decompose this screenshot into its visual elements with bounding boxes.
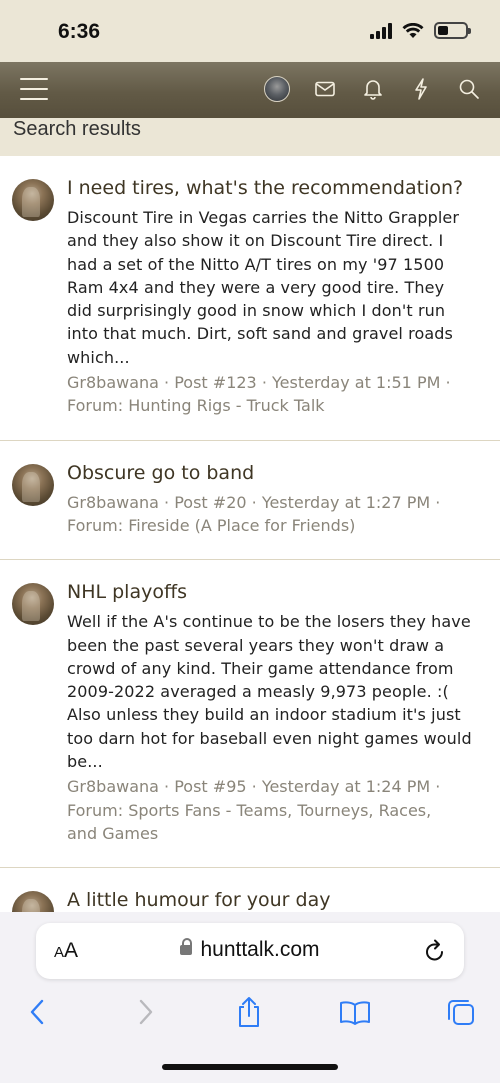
result-title[interactable]: I need tires, what's the recommendation? [67,176,484,200]
cellular-signal-icon [370,22,392,39]
author-link[interactable]: Gr8bawana [67,493,159,512]
snippet-line: Ram 4x4 and they were a very good tire. … [67,277,445,297]
search-result[interactable]: A little humour for your day [0,868,500,912]
address-host[interactable]: hunttalk.com [36,938,464,962]
page-title: Search results [13,118,141,140]
header-icons [264,74,482,104]
snippet-line: into that much. Dirt, soft sand and grav… [67,324,453,344]
host-text: hunttalk.com [200,938,320,961]
snippet-line: been the past several years they won't d… [67,635,445,655]
post-time: Yesterday at 1:27 PM [261,492,431,512]
post-link[interactable]: Post #123 [174,373,257,392]
account-avatar[interactable] [264,74,290,104]
snippet-line: be... [67,752,103,772]
status-bar: 6:36 [0,0,500,62]
snippet-line: 2009-2022 averaged a measly 9,973 people… [67,682,449,702]
snippet-line: Also unless they build an indoor stadium… [67,705,461,725]
share-icon[interactable] [231,992,267,1032]
snippet-line: and they also show it on Discount Tire d… [67,231,444,251]
post-time: Yesterday at 1:51 PM [272,373,441,393]
wifi-icon [402,22,424,38]
status-icons [370,22,471,39]
result-title[interactable]: NHL playoffs [67,580,484,604]
result-title[interactable]: A little humour for your day [67,888,484,912]
author-link[interactable]: Gr8bawana [67,777,159,796]
avatar [264,76,290,102]
tabs-icon[interactable] [443,992,479,1032]
snippet-line: Well if the A's continue to be the loser… [67,612,471,632]
lock-icon [180,938,193,955]
author-link[interactable]: Gr8bawana [67,373,159,392]
post-link[interactable]: Post #95 [174,777,246,796]
result-snippet: Well if the A's continue to be the loser… [67,610,484,773]
forward-chevron-icon[interactable] [128,992,164,1032]
battery-icon [434,22,471,39]
search-icon[interactable] [456,74,482,104]
forum-header [0,62,500,118]
home-indicator [162,1064,338,1070]
avatar[interactable] [12,463,54,506]
forum-link-continued[interactable]: and Games [67,824,158,843]
bookmarks-icon[interactable] [337,992,373,1032]
snippet-line: Discount Tire in Vegas carries the Nitto… [67,208,460,227]
back-chevron-icon[interactable] [19,992,55,1032]
avatar[interactable] [12,891,54,912]
avatar[interactable] [12,179,54,221]
result-snippet: Discount Tire in Vegas carries the Nitto… [67,206,484,369]
envelope-icon[interactable] [312,74,338,104]
safari-bottom-bar: AA hunttalk.com [0,912,500,1083]
safari-toolbar [0,992,500,1032]
lightning-icon[interactable] [408,74,434,104]
address-bar[interactable]: AA hunttalk.com [36,923,464,979]
forum-link[interactable]: Forum: Fireside (A Place for Friends) [67,516,355,535]
snippet-line: which... [67,347,130,367]
bell-icon[interactable] [360,74,386,104]
snippet-line: crowd of any kind. Their game attendance… [67,658,454,678]
result-meta: Gr8bawana · Post #123 · Yesterday at 1:5… [67,373,451,416]
reload-icon[interactable] [424,938,446,966]
avatar[interactable] [12,583,54,626]
search-result[interactable]: I need tires, what's the recommendation?… [0,156,500,441]
result-meta: Gr8bawana · Post #20 · Yesterday at 1:27… [67,492,441,535]
result-meta: Gr8bawana · Post #95 · Yesterday at 1:24… [67,777,441,843]
snippet-line: did surprisingly good in snow which I do… [67,301,446,321]
forum-link[interactable]: Forum: Sports Fans - Teams, Tourneys, Ra… [67,801,431,820]
result-title[interactable]: Obscure go to band [67,461,484,485]
snippet-line: had a set of the Nitto A/T tires on my '… [67,254,445,274]
snippet-line: too darn hot for baseball even night gam… [67,728,472,748]
search-result[interactable]: Obscure go to band Gr8bawana · Post #20 … [0,441,500,561]
search-result[interactable]: NHL playoffs Well if the A's continue to… [0,560,500,869]
forum-link[interactable]: Forum: Hunting Rigs - Truck Talk [67,396,325,415]
status-time: 6:36 [58,20,101,43]
post-link[interactable]: Post #20 [174,493,246,512]
hamburger-icon[interactable] [20,78,48,100]
results-header: Search results [0,118,500,156]
post-time: Yesterday at 1:24 PM [261,777,431,797]
results-list: I need tires, what's the recommendation?… [0,156,500,912]
